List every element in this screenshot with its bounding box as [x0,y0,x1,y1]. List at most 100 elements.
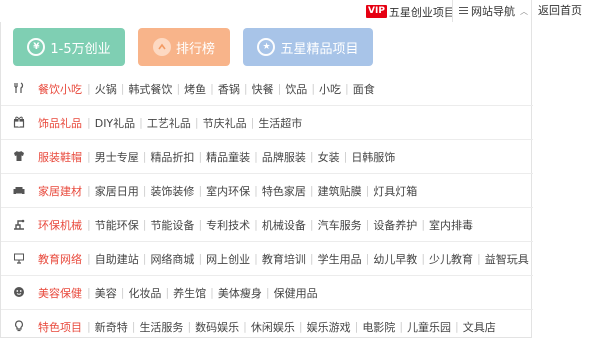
bulb-icon [13,320,25,332]
subcategory-link[interactable]: 专利技术 [206,217,250,233]
category-title-link[interactable]: 家居建材 [38,183,82,199]
subcategory-link[interactable]: 新奇特 [95,319,128,335]
subcategory-link[interactable]: 特色家居 [262,183,306,199]
yen-icon: ¥ [27,38,46,56]
subcategory-link[interactable]: 面食 [353,81,375,97]
separator: | [254,252,258,265]
subcategory-link[interactable]: 节能设备 [150,217,194,233]
separator: | [254,218,258,231]
separator: | [421,252,426,265]
subcategory-link[interactable]: 品牌服装 [262,149,306,165]
rank-icon [152,38,171,56]
subcategory-link[interactable]: 韩式餐饮 [128,81,172,97]
subcategory-link[interactable]: 小吃 [319,81,341,97]
subcategory-link[interactable]: 日韩服饰 [351,149,395,165]
subcategory-link[interactable]: 网上创业 [206,251,250,267]
subcategory-link[interactable]: 网络商城 [150,251,194,267]
subcategory-link[interactable]: 饮品 [285,81,307,97]
separator: | [250,116,255,129]
startup-1-5w-label: 1-5万创业 [50,41,111,57]
machine-icon [13,218,25,230]
separator: | [187,320,192,333]
separator: | [277,82,282,95]
subcategory-link[interactable]: 教育培训 [262,251,306,267]
category-title-link[interactable]: 教育网络 [38,251,82,267]
site-nav-toggle[interactable]: 网站导航 ︿ [452,0,532,22]
subcategory-link[interactable]: 生活服务 [139,319,183,335]
subcategory-link[interactable]: 香锅 [218,81,240,97]
five-star-projects-button[interactable]: ★ 五星精品项目 [243,28,373,66]
category-row: 环保机械 | 节能环保 | 节能设备 | 专利技术 | 机械设备 | 汽车服务 | 设备养护 | 室内排毒 [1,208,533,242]
separator: | [354,320,359,333]
subcategory-link[interactable]: 工艺礼品 [147,115,191,131]
separator: | [87,184,91,197]
subcategory-link[interactable]: 美体瘦身 [218,285,262,301]
subcategory-link[interactable]: 电影院 [362,319,395,335]
subcategory-link[interactable]: 益智玩具 [485,251,529,267]
subcategory-link[interactable]: 室内环保 [206,183,250,199]
separator: | [198,218,203,231]
category-row: 服装鞋帽 | 男士专屋 | 精品折扣 | 精品童装 | 品牌服装 | 女装 | 日韩服饰 [1,140,533,174]
subcategory-link[interactable]: 汽车服务 [318,217,362,233]
vip-projects-label: 五星创业项目 [388,5,455,19]
subcategory-link[interactable]: 精品童装 [206,149,250,165]
chevron-up-icon: ︿ [520,6,528,16]
subcategory-link[interactable]: 室内排毒 [429,217,473,233]
gift-icon [13,116,25,128]
back-home-link[interactable]: 返回首页 [538,0,582,22]
subcategory-link[interactable]: 生活超市 [258,115,302,131]
separator: | [142,218,147,231]
category-title-link[interactable]: 服装鞋帽 [38,149,82,165]
category-title-link[interactable]: 环保机械 [38,217,82,233]
separator: | [142,184,147,197]
subcategory-link[interactable]: 自助建站 [95,251,139,267]
subcategory-link[interactable]: 少儿教育 [429,251,473,267]
subcategory-link[interactable]: 数码娱乐 [195,319,239,335]
subcategory-link[interactable]: 化妆品 [128,285,161,301]
separator: | [399,320,404,333]
subcategory-link[interactable]: 幼儿早教 [373,251,417,267]
separator: | [142,252,147,265]
subcategory-link[interactable]: 节能环保 [95,217,139,233]
category-title-link[interactable]: 餐饮小吃 [38,81,82,97]
subcategory-link[interactable]: 火锅 [95,81,117,97]
ranking-button[interactable]: 排行榜 [138,28,230,66]
category-title-link[interactable]: 美容保健 [38,285,82,301]
subcategory-link[interactable]: 美容 [95,285,117,301]
subcategory-link[interactable]: 休闲娱乐 [251,319,295,335]
separator: | [198,184,203,197]
subcategory-link[interactable]: 装饰装修 [150,183,194,199]
subcategory-link[interactable]: 机械设备 [262,217,306,233]
monitor-icon [13,252,25,264]
subcategory-link[interactable]: 精品折扣 [150,149,194,165]
subcategory-link[interactable]: 儿童乐园 [407,319,451,335]
subcategory-link[interactable]: 灯具灯箱 [373,183,417,199]
subcategory-link[interactable]: 娱乐游戏 [307,319,351,335]
subcategory-link[interactable]: 养生馆 [173,285,206,301]
subcategory-link[interactable]: 建筑贴膜 [318,183,362,199]
separator: | [210,82,214,95]
subcategory-link[interactable]: 设备养护 [373,217,417,233]
subcategory-link[interactable]: 文具店 [463,319,496,335]
subcategory-link[interactable]: 保健用品 [274,285,318,301]
category-title-link[interactable]: 特色项目 [38,319,82,335]
separator: | [87,82,91,95]
vip-projects-link[interactable]: VIP 五星创业项目 [366,4,455,19]
separator: | [198,150,203,163]
star-icon: ★ [257,38,276,56]
subcategory-link[interactable]: 家居日用 [95,183,139,199]
startup-1-5w-button[interactable]: ¥ 1-5万创业 [13,28,125,66]
subcategory-link[interactable]: 学生用品 [318,251,362,267]
category-title-link[interactable]: 饰品礼品 [38,115,82,131]
separator: | [309,252,314,265]
separator: | [139,116,143,129]
separator: | [176,82,181,95]
subcategory-link[interactable]: 快餐 [252,81,274,97]
subcategory-link[interactable]: 烤鱼 [184,81,206,97]
subcategory-link[interactable]: 男士专屋 [95,149,139,165]
separator: | [243,320,247,333]
subcategory-link[interactable]: 节庆礼品 [203,115,247,131]
separator: | [455,320,459,333]
subcategory-link[interactable]: 女装 [318,149,340,165]
subcategory-link[interactable]: DIY礼品 [95,115,135,131]
